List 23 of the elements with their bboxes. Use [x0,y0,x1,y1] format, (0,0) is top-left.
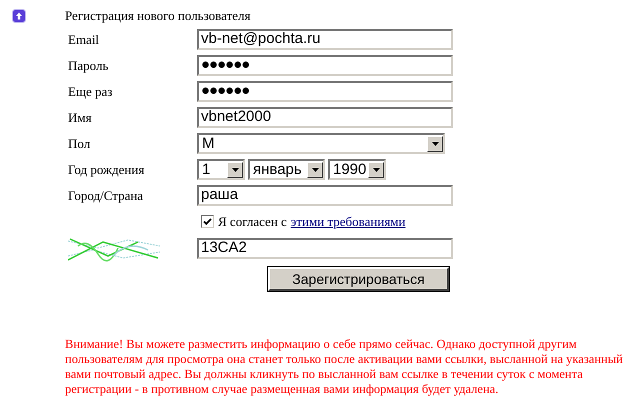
field-label: Город/Страна [67,186,144,205]
field-label: Еще раз [67,82,114,101]
text-field[interactable]: vb-net@pochta.ru [197,29,453,50]
field-label: Год рождения [67,160,146,179]
field-label: Имя [67,108,93,127]
agreement-text: Я согласен с [218,212,287,231]
captcha-field[interactable]: 13CA2 [197,238,453,259]
notice-text: Внимание! Вы можете разместить информацию о себе прямо сейчас. Однако доступной другим пользователям для просмотра она станет только после активации вами ссылки, высланной на указанный вами почтовый адрес. Вы должны кликнуть по высланной вам ссылке в течении суток с момента регистрации - в противном случае размещенная вами информация будет удалена. [65,337,624,397]
register-button[interactable]: Зарегистрироваться [268,266,449,290]
checkbox[interactable] [201,215,214,228]
dropdown[interactable]: 1990 [328,159,386,180]
dropdown[interactable]: январь [248,159,325,180]
field-label: Email [67,30,100,49]
password-field[interactable]: ●●●●●● [197,55,453,76]
field-label: Пол [67,134,92,153]
field-label: Пароль [67,56,110,75]
dropdown[interactable]: 1 [197,159,245,180]
text-field[interactable]: раша [197,185,453,206]
form-title: Регистрация нового пользователя [65,7,250,25]
password-field[interactable]: ●●●●●● [197,81,453,102]
dropdown[interactable]: М [197,133,445,154]
text-field[interactable]: vbnet2000 [197,107,453,128]
terms-link[interactable]: этими требованиями [290,212,406,232]
